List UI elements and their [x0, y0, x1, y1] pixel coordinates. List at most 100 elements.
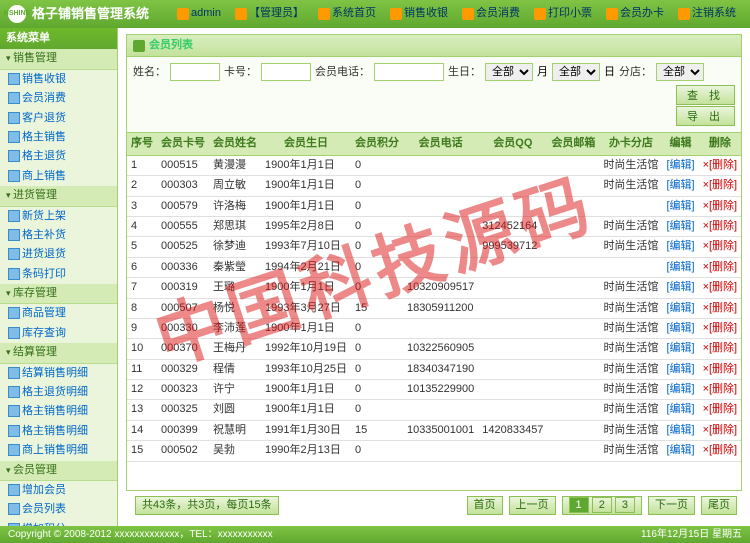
sidebar-item[interactable]: 新货上架 — [0, 207, 117, 226]
topnav-item[interactable]: 系统首页 — [318, 6, 376, 21]
sidebar-group[interactable]: 结算管理 — [0, 343, 117, 363]
app-title: 格子铺销售管理系统 — [32, 5, 149, 23]
edit-link[interactable]: [编辑] — [666, 200, 694, 212]
label-month: 月 — [537, 65, 548, 80]
pager-last[interactable]: 尾页 — [701, 496, 737, 515]
delete-link[interactable]: ×[删除] — [703, 220, 738, 232]
pager-page[interactable]: 2 — [592, 497, 612, 513]
delete-link[interactable]: ×[删除] — [703, 240, 738, 252]
pager-next[interactable]: 下一页 — [648, 496, 695, 515]
topnav-item[interactable]: admin — [177, 6, 221, 21]
delete-link[interactable]: ×[删除] — [703, 342, 738, 354]
cell-mail — [547, 441, 599, 461]
cell-card: 000336 — [157, 257, 209, 277]
sidebar-item[interactable]: 客户退货 — [0, 109, 117, 128]
sidebar-item[interactable]: 会员列表 — [0, 500, 117, 519]
edit-link[interactable]: [编辑] — [666, 261, 694, 273]
sidebar-group[interactable]: 进货管理 — [0, 186, 117, 206]
topnav-item[interactable]: 会员办卡 — [606, 6, 664, 21]
delete-link[interactable]: ×[删除] — [703, 383, 738, 395]
delete-link[interactable]: ×[删除] — [703, 159, 738, 171]
delete-link[interactable]: ×[删除] — [703, 261, 738, 273]
pager-first[interactable]: 首页 — [467, 496, 503, 515]
topnav-item[interactable]: 【管理员】 — [235, 6, 304, 21]
sidebar-item[interactable]: 格主退货明细 — [0, 383, 117, 402]
sidebar-group[interactable]: 会员管理 — [0, 461, 117, 481]
delete-link[interactable]: ×[删除] — [703, 424, 738, 436]
select-month[interactable]: 全部 — [485, 63, 533, 81]
sidebar-group[interactable]: 库存管理 — [0, 284, 117, 304]
sidebar-item[interactable]: 格主销售 — [0, 128, 117, 147]
sidebar-item[interactable]: 商上销售 — [0, 167, 117, 186]
sidebar-item[interactable]: 会员消费 — [0, 89, 117, 108]
sidebar-group[interactable]: 销售管理 — [0, 49, 117, 69]
edit-link[interactable]: [编辑] — [666, 424, 694, 436]
cell-tel: 18340347190 — [403, 359, 478, 379]
sidebar-item[interactable]: 结算销售明细 — [0, 364, 117, 383]
footer-right: 116年12月15日 星期五 — [641, 528, 742, 542]
delete-link[interactable]: ×[删除] — [703, 179, 738, 191]
cell-bd: 1993年10月25日 — [261, 359, 351, 379]
cell-bd: 1900年1月1日 — [261, 155, 351, 175]
input-tel[interactable] — [374, 63, 444, 81]
delete-link[interactable]: ×[删除] — [703, 200, 738, 212]
edit-link[interactable]: [编辑] — [666, 403, 694, 415]
edit-link[interactable]: [编辑] — [666, 159, 694, 171]
topnav-item[interactable]: 会员消费 — [462, 6, 520, 21]
sidebar-item[interactable]: 格主退货 — [0, 147, 117, 166]
cell-no: 5 — [127, 237, 157, 257]
cell-name: 王璐 — [209, 278, 261, 298]
edit-link[interactable]: [编辑] — [666, 281, 694, 293]
pager-info: 共43条，共3页，每页15条 — [135, 496, 279, 515]
delete-link[interactable]: ×[删除] — [703, 322, 738, 334]
cell-bd: 1991年1月30日 — [261, 420, 351, 440]
cell-bd: 1900年1月1日 — [261, 380, 351, 400]
sidebar-item[interactable]: 增加会员 — [0, 481, 117, 500]
edit-link[interactable]: [编辑] — [666, 220, 694, 232]
pager-page[interactable]: 1 — [569, 497, 589, 513]
sidebar-item[interactable]: 格主销售明细 — [0, 402, 117, 421]
edit-link[interactable]: [编辑] — [666, 342, 694, 354]
edit-link[interactable]: [编辑] — [666, 179, 694, 191]
cell-tel — [403, 318, 478, 338]
export-button[interactable]: 导 出 — [676, 106, 735, 126]
delete-link[interactable]: ×[删除] — [703, 444, 738, 456]
table-row: 7000319王璐1900年1月1日010320909517时尚生活馆[编辑]×… — [127, 278, 741, 298]
delete-link[interactable]: ×[删除] — [703, 302, 738, 314]
cell-no: 1 — [127, 155, 157, 175]
input-card[interactable] — [261, 63, 311, 81]
pager-page[interactable]: 3 — [615, 497, 635, 513]
cell-mail — [547, 176, 599, 196]
pager-prev[interactable]: 上一页 — [509, 496, 556, 515]
topnav-item[interactable]: 注销系统 — [678, 6, 736, 21]
sidebar-item[interactable]: 格主销售明细 — [0, 422, 117, 441]
sidebar-item[interactable]: 库存查询 — [0, 324, 117, 343]
select-day[interactable]: 全部 — [552, 63, 600, 81]
cell-pts: 0 — [351, 196, 403, 216]
search-button[interactable]: 查 找 — [676, 85, 735, 105]
sidebar-item[interactable]: 增加积分 — [0, 520, 117, 526]
edit-link[interactable]: [编辑] — [666, 383, 694, 395]
delete-link[interactable]: ×[删除] — [703, 281, 738, 293]
edit-link[interactable]: [编辑] — [666, 322, 694, 334]
footer: Copyright © 2008-2012 xxxxxxxxxxxxx，TEL：… — [0, 526, 750, 543]
delete-link[interactable]: ×[删除] — [703, 363, 738, 375]
table-row: 5000525徐梦迪1993年7月10日0999539712时尚生活馆[编辑]×… — [127, 237, 741, 257]
sidebar-item[interactable]: 销售收银 — [0, 70, 117, 89]
select-store[interactable]: 全部 — [656, 63, 704, 81]
sidebar-item[interactable]: 进货退货 — [0, 245, 117, 264]
edit-link[interactable]: [编辑] — [666, 240, 694, 252]
cell-bd: 1900年1月1日 — [261, 176, 351, 196]
edit-link[interactable]: [编辑] — [666, 363, 694, 375]
sidebar-item[interactable]: 格主补货 — [0, 226, 117, 245]
sidebar-item[interactable]: 商上销售明细 — [0, 441, 117, 460]
delete-link[interactable]: ×[删除] — [703, 403, 738, 415]
edit-link[interactable]: [编辑] — [666, 302, 694, 314]
cell-qq — [478, 339, 547, 359]
input-name[interactable] — [170, 63, 220, 81]
topnav-item[interactable]: 销售收银 — [390, 6, 448, 21]
sidebar-item[interactable]: 商品管理 — [0, 304, 117, 323]
edit-link[interactable]: [编辑] — [666, 444, 694, 456]
sidebar-item[interactable]: 条码打印 — [0, 265, 117, 284]
topnav-item[interactable]: 打印小票 — [534, 6, 592, 21]
